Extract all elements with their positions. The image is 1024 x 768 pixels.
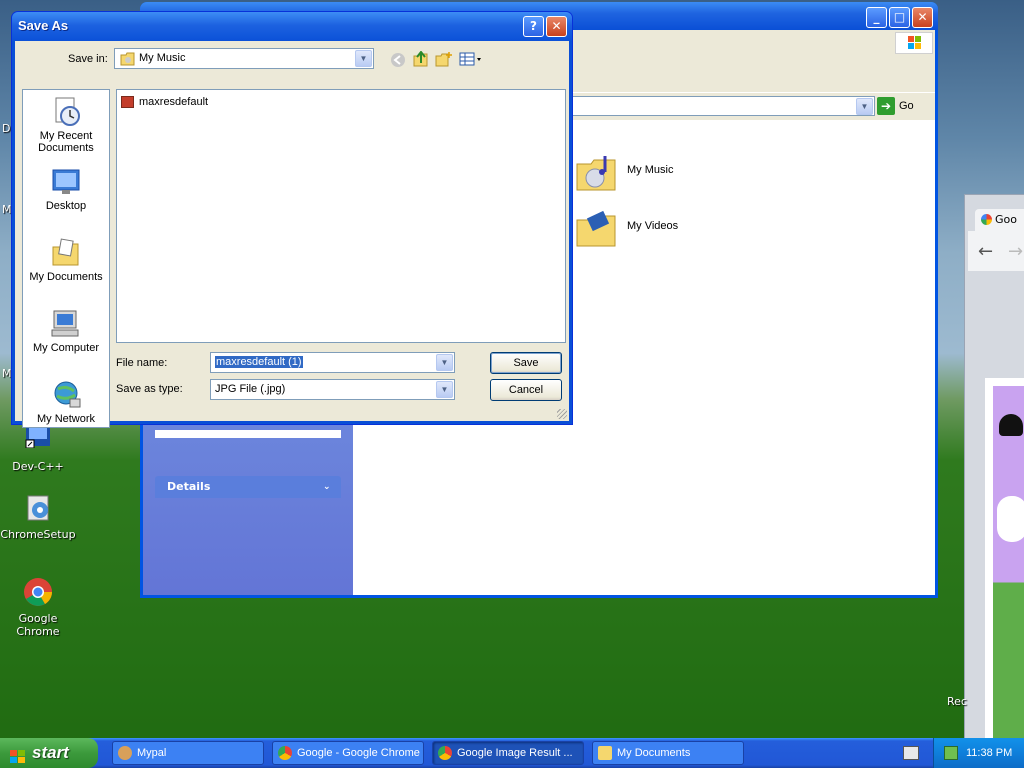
help-button[interactable]: ? <box>523 16 544 37</box>
windows-flag-icon <box>895 32 933 54</box>
recent-documents-icon <box>50 96 82 128</box>
mypal-icon <box>118 746 132 760</box>
desktop-icon-label: Dev-C++ <box>12 460 64 473</box>
file-item-maxresdefault[interactable]: maxresdefault <box>121 94 208 110</box>
keyboard-icon[interactable] <box>903 746 919 760</box>
close-button[interactable]: ✕ <box>912 7 933 28</box>
installer-icon <box>22 492 54 524</box>
chrome-tab[interactable]: Goo <box>975 209 1024 231</box>
chrome-icon <box>22 576 54 608</box>
place-my-network[interactable]: My Network <box>23 379 109 425</box>
view-menu-icon[interactable] <box>459 51 483 67</box>
page-image <box>993 386 1024 743</box>
google-favicon-icon <box>981 214 992 225</box>
dialog-title: Save As <box>18 18 69 33</box>
start-button[interactable]: start <box>0 738 98 768</box>
chrome-toolbar: ← → <box>968 231 1024 271</box>
folder-item-my-music[interactable]: My Music <box>575 150 673 194</box>
maximize-button[interactable]: □ <box>889 7 910 28</box>
taskbar: start Mypal Google - Google Chrome Googl… <box>0 738 1024 768</box>
network-tray-icon[interactable] <box>944 746 958 760</box>
folder-item-my-videos[interactable]: My Videos <box>575 206 678 250</box>
file-name-value: maxresdefault (1) <box>215 356 303 368</box>
clock[interactable]: 11:38 PM <box>966 747 1012 759</box>
desktop-icon-label: ChromeSetup <box>0 528 76 541</box>
video-folder-icon <box>575 208 621 267</box>
music-folder-icon <box>575 152 621 211</box>
chevron-down-icon[interactable]: ▼ <box>856 98 873 115</box>
place-my-recent-documents[interactable]: My Recent Documents <box>23 96 109 154</box>
go-arrow-icon: ➔ <box>877 97 895 115</box>
chrome-window: Goo ← → <box>964 194 1024 754</box>
system-tray: 11:38 PM <box>933 738 1024 768</box>
save-button[interactable]: Save <box>490 352 562 374</box>
file-name-label: File name: <box>116 357 168 369</box>
chevron-down-icon[interactable]: ▼ <box>436 354 453 371</box>
forward-arrow-icon[interactable]: → <box>1008 241 1023 262</box>
desktop-icon <box>50 166 82 198</box>
details-section-header[interactable]: Details ⌄ <box>155 476 341 498</box>
save-in-dropdown[interactable]: My Music ▼ <box>114 48 374 69</box>
chevron-down-icon[interactable]: ▼ <box>436 381 453 398</box>
taskbar-item-my-documents[interactable]: My Documents <box>592 741 744 765</box>
dialog-titlebar[interactable]: Save As ? ✕ <box>12 12 572 41</box>
save-as-dialog: Save As ? ✕ Save in: My Music ▼ My Recen… <box>11 11 573 428</box>
place-my-documents[interactable]: My Documents <box>23 237 109 283</box>
chevron-down-icon[interactable]: ▼ <box>355 50 372 67</box>
windows-logo-icon <box>9 745 27 763</box>
jpg-file-icon <box>121 96 134 108</box>
chrome-icon <box>278 746 292 760</box>
up-folder-icon[interactable] <box>412 50 430 67</box>
taskbar-item-google-chrome[interactable]: Google - Google Chrome <box>272 741 424 765</box>
my-documents-icon <box>50 237 82 269</box>
save-in-label: Save in: <box>68 53 108 65</box>
place-my-computer[interactable]: My Computer <box>23 308 109 354</box>
save-as-type-dropdown[interactable]: JPG File (.jpg) ▼ <box>210 379 455 400</box>
desktop-icon-chromesetup[interactable]: ChromeSetup <box>0 492 78 541</box>
file-list[interactable]: maxresdefault <box>116 89 566 343</box>
desktop-icon-devcpp[interactable]: Dev-C++ <box>0 424 78 473</box>
minimize-button[interactable]: _ <box>866 7 887 28</box>
new-folder-icon[interactable] <box>435 51 453 67</box>
my-network-icon <box>50 379 82 411</box>
my-computer-icon <box>50 308 82 340</box>
devcpp-icon <box>22 424 54 456</box>
taskbar-item-google-image-result[interactable]: Google Image Result ... <box>432 741 584 765</box>
desktop-icon-google-chrome[interactable]: Google Chrome <box>0 576 78 638</box>
file-name-input[interactable]: maxresdefault (1) ▼ <box>210 352 455 373</box>
go-label: Go <box>899 100 914 112</box>
desktop-edge-label: D <box>2 122 11 135</box>
place-desktop[interactable]: Desktop <box>23 166 109 212</box>
save-as-type-label: Save as type: <box>116 383 183 395</box>
taskbar-item-mypal[interactable]: Mypal <box>112 741 264 765</box>
close-button[interactable]: ✕ <box>546 16 567 37</box>
back-icon[interactable] <box>389 52 407 68</box>
dialog-client: Save in: My Music ▼ My Recent Documents … <box>15 41 569 428</box>
music-folder-icon <box>120 52 136 73</box>
desktop-edge-label: Rec <box>947 695 967 708</box>
back-arrow-icon[interactable]: ← <box>978 241 993 262</box>
places-bar: My Recent Documents Desktop My Documents… <box>22 89 110 428</box>
chevron-double-down-icon[interactable]: ⌄ <box>323 481 335 493</box>
chrome-page-content <box>985 378 1024 743</box>
resize-grip[interactable] <box>557 409 567 419</box>
chrome-icon <box>438 746 452 760</box>
go-button[interactable]: ➔ Go <box>877 96 925 116</box>
cancel-button[interactable]: Cancel <box>490 379 562 401</box>
desktop-icon-label: Google Chrome <box>16 612 60 638</box>
folder-icon <box>598 746 612 760</box>
